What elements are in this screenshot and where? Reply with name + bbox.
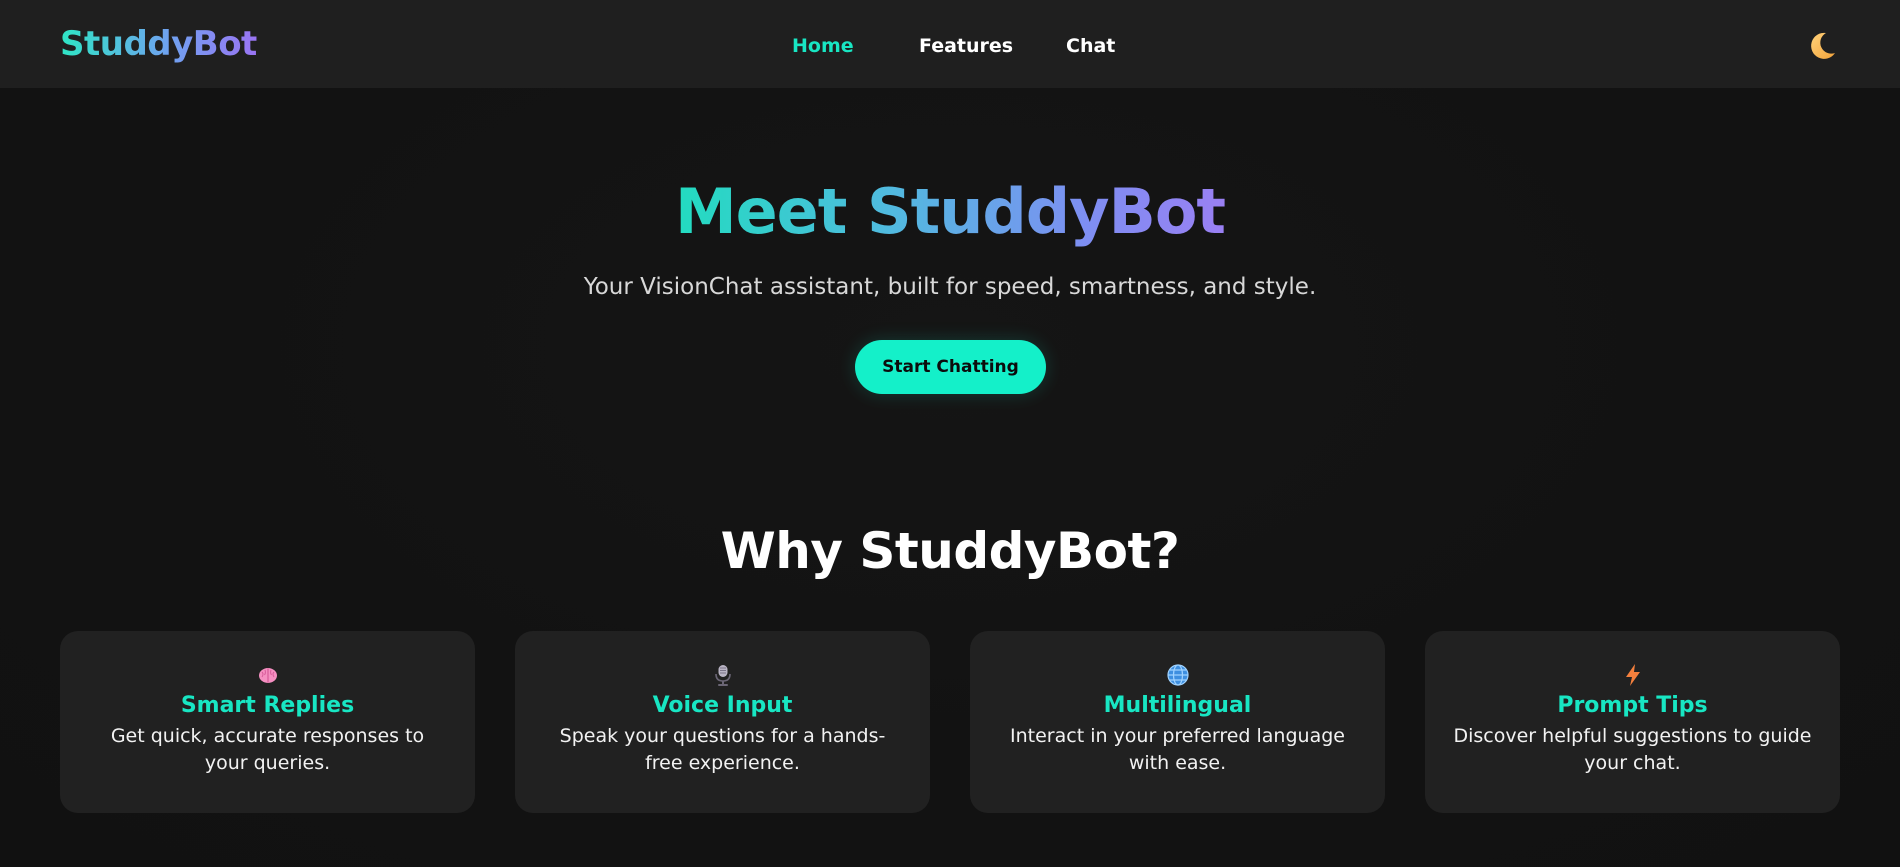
navbar: StuddyBot Home Features Chat [0,0,1900,88]
brain-icon [258,668,277,683]
nav-link-home[interactable]: Home [792,32,854,60]
lightning-icon [1625,664,1640,686]
feature-card-description: Speak your questions for a hands-free ex… [559,725,886,774]
hero-title: Meet StuddyBot [674,175,1226,248]
crescent-moon-icon [1811,32,1835,59]
nav-link-features[interactable]: Features [919,32,1013,60]
feature-card-multilingual: Multilingual Interact in your preferred … [970,631,1385,813]
feature-card-description: Discover helpful suggestions to guide yo… [1453,725,1812,774]
globe-icon [1166,664,1189,686]
nav-links: Home Features Chat [0,32,1900,60]
theme-toggle-button[interactable] [1805,29,1839,63]
nav-link-chat[interactable]: Chat [1066,32,1115,60]
start-chatting-button[interactable]: Start Chatting [855,340,1046,394]
feature-card-description: Interact in your preferred language with… [1010,725,1345,774]
feature-card-voice-input: Voice Input Speak your questions for a h… [515,631,930,813]
microphone-icon [714,665,731,686]
hero-subtitle: Your VisionChat assistant, built for spe… [583,274,1317,300]
feature-card-description: Get quick, accurate responses to your qu… [110,725,425,774]
feature-card-prompt-tips: Prompt Tips Discover helpful suggestions… [1425,631,1840,813]
feature-card-title: Voice Input [652,693,793,718]
feature-card-title: Multilingual [1103,693,1252,718]
feature-card-title: Smart Replies [180,693,355,718]
features-title: Why StuddyBot? [720,522,1180,580]
feature-card-title: Prompt Tips [1557,693,1708,718]
feature-card-smart-replies: Smart Replies Get quick, accurate respon… [60,631,475,813]
